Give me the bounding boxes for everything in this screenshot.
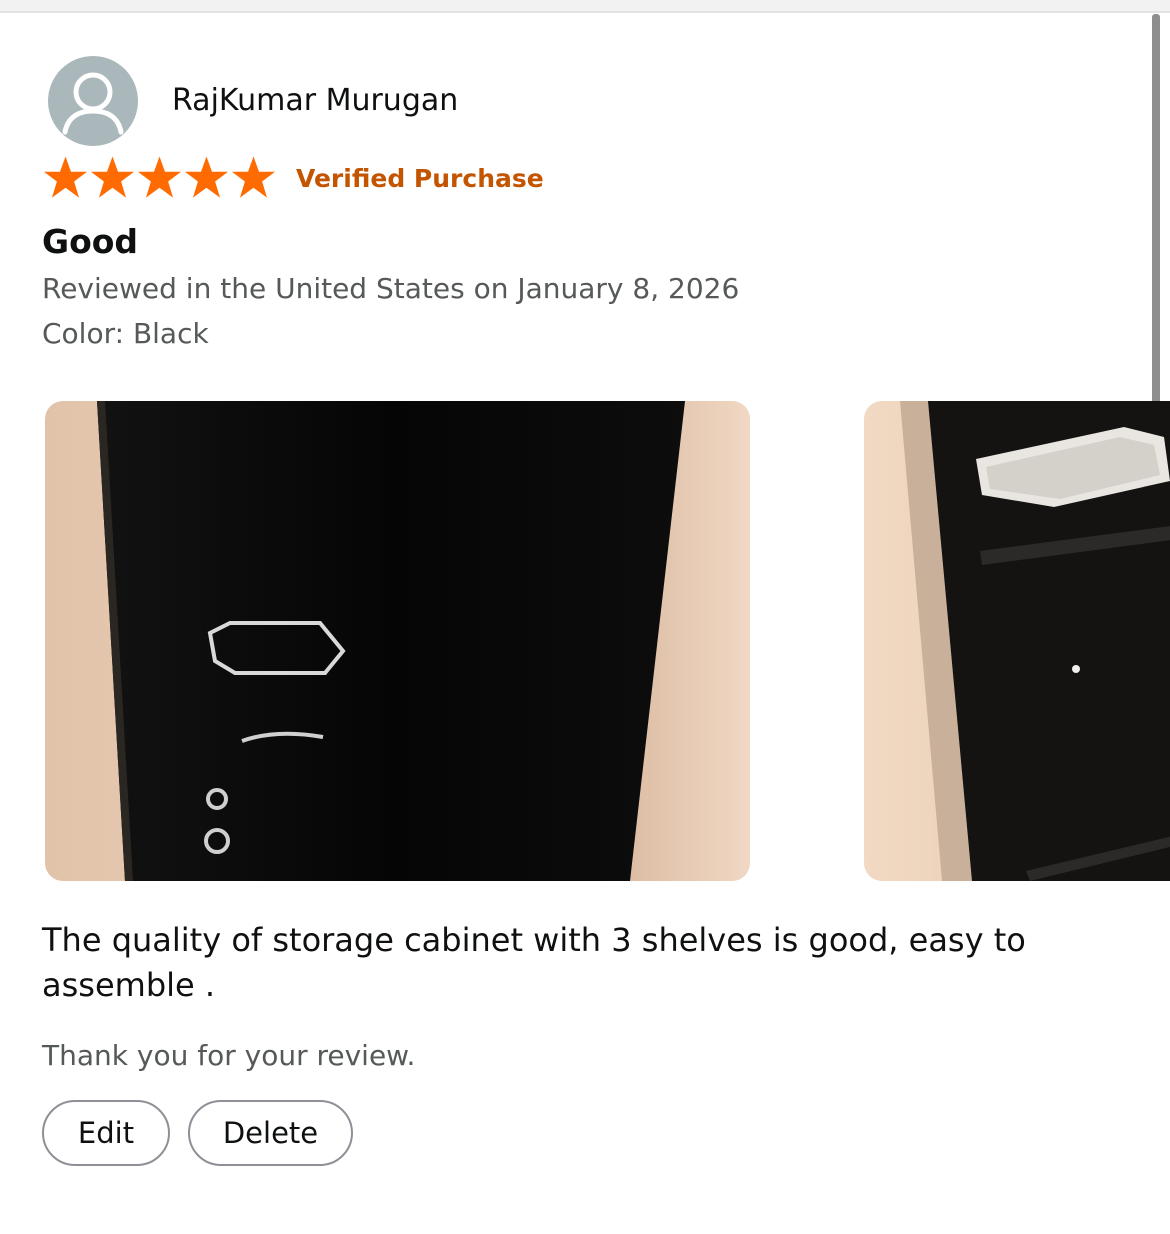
- star-icon: [231, 156, 276, 198]
- delete-button[interactable]: Delete: [188, 1100, 353, 1166]
- star-icon: [90, 156, 135, 198]
- star-icon: [137, 156, 182, 198]
- review-body: The quality of storage cabinet with 3 sh…: [42, 921, 1026, 1004]
- verified-purchase-badge: Verified Purchase: [296, 164, 544, 193]
- star-icon: [43, 156, 88, 198]
- star-rating: [42, 154, 277, 202]
- edit-button[interactable]: Edit: [42, 1100, 170, 1166]
- top-divider: [0, 0, 1170, 13]
- avatar[interactable]: [48, 56, 138, 146]
- review-title: Good: [42, 222, 139, 261]
- person-icon: [62, 72, 124, 135]
- scrollbar[interactable]: [1152, 14, 1160, 406]
- review-photo-1[interactable]: [45, 401, 750, 881]
- star-icon: [184, 156, 229, 198]
- review-date: Reviewed in the United States on January…: [42, 272, 740, 305]
- reviewer-name[interactable]: RajKumar Murugan: [172, 80, 458, 122]
- review-variant: Color: Black: [42, 317, 209, 350]
- review-photo-2[interactable]: [864, 401, 1170, 881]
- review-confirmation: Thank you for your review.: [42, 1039, 416, 1072]
